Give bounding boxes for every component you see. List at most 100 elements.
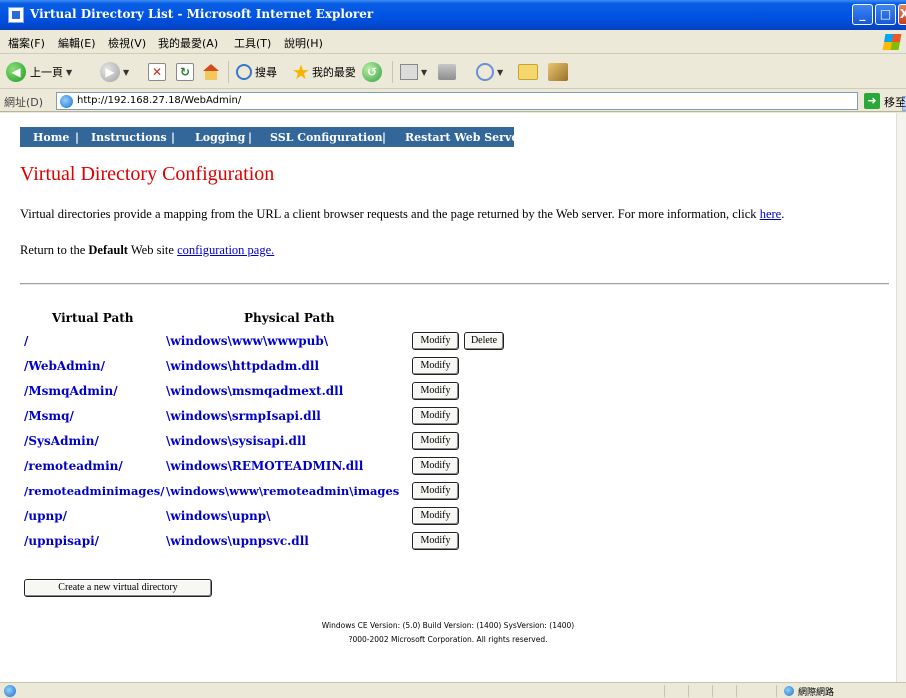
history-button[interactable]: ↺ [362, 61, 382, 83]
home-button[interactable] [202, 61, 220, 83]
maximize-button[interactable]: □ [875, 4, 896, 25]
messenger-icon [476, 63, 494, 81]
minimize-button[interactable]: _ [852, 4, 873, 25]
folder-icon [518, 64, 538, 80]
virtual-path-link[interactable]: /upnpisapi/ [24, 534, 99, 548]
nav-ssl-configuration-link[interactable]: SSL Configuration [270, 131, 383, 144]
modify-button[interactable]: Modify [412, 432, 459, 450]
stop-button[interactable]: ✕ [148, 61, 166, 83]
menu-view[interactable]: 檢視(V) [108, 35, 146, 51]
modify-button[interactable]: Modify [412, 382, 459, 400]
toolbar-separator [392, 61, 393, 83]
physical-path-link[interactable]: \windows\sysisapi.dll [166, 434, 306, 448]
title-bar: Virtual Directory List - Microsoft Inter… [0, 0, 906, 30]
nav-logging-link[interactable]: Logging [195, 131, 245, 144]
nav-restart-web-server-link[interactable]: Restart Web Server [405, 131, 524, 144]
physical-path-link[interactable]: \windows\msmqadmext.dll [166, 384, 343, 398]
nav-separator: | [75, 131, 80, 144]
return-middle: Web site [127, 243, 178, 257]
forward-button[interactable]: ▶ ▼ [100, 61, 129, 83]
research-button[interactable] [548, 61, 568, 83]
close-button[interactable]: X [898, 4, 906, 25]
vertical-scrollbar[interactable] [896, 113, 906, 682]
go-button[interactable]: 移至 [884, 94, 906, 110]
virtual-path-link[interactable]: /SysAdmin/ [24, 434, 99, 448]
virtual-path-link[interactable]: /MsmqAdmin/ [24, 384, 118, 398]
back-button[interactable]: ◀ 上一頁 ▼ [6, 61, 72, 83]
page-title: Virtual Directory Configuration [20, 163, 275, 185]
status-divider [776, 685, 777, 697]
windows-logo-icon [882, 34, 902, 50]
nav-home-link[interactable]: Home [33, 131, 69, 144]
menu-file[interactable]: 檔案(F) [8, 35, 45, 51]
intro-text: Virtual directories provide a mapping fr… [20, 207, 760, 221]
research-book-icon [548, 63, 568, 81]
messenger-dropdown-icon[interactable]: ▼ [497, 68, 503, 77]
modify-button[interactable]: Modify [412, 457, 459, 475]
virtual-path-header: Virtual Path [52, 311, 134, 325]
ie-page-icon [8, 7, 24, 23]
modify-button[interactable]: Modify [412, 407, 459, 425]
menu-help[interactable]: 說明(H) [284, 35, 323, 51]
virtual-path-link[interactable]: /upnp/ [24, 509, 67, 523]
mail-dropdown-icon[interactable]: ▼ [421, 68, 427, 77]
forward-dropdown-icon[interactable]: ▼ [123, 68, 129, 77]
mail-button[interactable]: ▼ [400, 61, 427, 83]
physical-path-link[interactable]: \windows\REMOTEADMIN.dll [166, 459, 363, 473]
internet-zone-icon [784, 686, 794, 696]
physical-path-header: Physical Path [244, 311, 335, 325]
physical-path-link[interactable]: \windows\upnpsvc.dll [166, 534, 309, 548]
modify-button[interactable]: Modify [412, 357, 459, 375]
modify-button[interactable]: Modify [412, 532, 459, 550]
back-label: 上一頁 [30, 66, 63, 79]
history-icon: ↺ [362, 62, 382, 82]
menu-edit[interactable]: 編輯(E) [58, 35, 96, 51]
menu-tools[interactable]: 工具(T) [234, 35, 271, 51]
address-input[interactable]: http://192.168.27.18/WebAdmin/ ▼ [56, 92, 906, 111]
delete-button[interactable]: Delete [464, 332, 504, 350]
print-button[interactable] [438, 61, 456, 83]
address-label: 網址(D) [4, 96, 44, 109]
physical-path-link[interactable]: \windows\www\remoteadmin\images [166, 484, 399, 498]
stop-icon: ✕ [148, 63, 166, 81]
virtual-path-link[interactable]: /Msmq/ [24, 409, 74, 423]
physical-path-link[interactable]: \windows\srmpIsapi.dll [166, 409, 321, 423]
return-prefix: Return to the [20, 243, 89, 257]
copyright-notice: ?000-2002 Microsoft Corporation. All rig… [348, 635, 548, 644]
intro-end: . [781, 207, 785, 221]
divider [20, 283, 889, 285]
address-url: http://192.168.27.18/WebAdmin/ [77, 95, 242, 106]
status-bar: 網際網路 [0, 682, 906, 698]
search-icon [236, 64, 252, 80]
physical-path-link[interactable]: \windows\www\wwwpub\ [166, 334, 328, 348]
back-dropdown-icon[interactable]: ▼ [66, 68, 72, 77]
forward-arrow-icon: ▶ [100, 62, 120, 82]
modify-button[interactable]: Modify [412, 482, 459, 500]
nav-instructions-link[interactable]: Instructions [91, 131, 167, 144]
more-info-link[interactable]: here [760, 207, 782, 221]
modify-button[interactable]: Modify [412, 507, 459, 525]
nav-separator: | [248, 131, 253, 144]
physical-path-link[interactable]: \windows\httpdadm.dll [166, 359, 319, 373]
configuration-page-link[interactable]: configuration page. [177, 243, 274, 257]
messenger-button[interactable]: ▼ [476, 61, 503, 83]
virtual-path-link[interactable]: / [24, 334, 28, 348]
search-button[interactable]: 搜尋 [236, 61, 277, 83]
virtual-path-link[interactable]: /remoteadminimages/ [24, 484, 164, 498]
status-divider [712, 685, 713, 697]
virtual-path-link[interactable]: /WebAdmin/ [24, 359, 105, 373]
virtual-path-link[interactable]: /remoteadmin/ [24, 459, 123, 473]
refresh-button[interactable]: ↻ [176, 61, 194, 83]
modify-button[interactable]: Modify [412, 332, 459, 350]
folder-button[interactable] [518, 61, 538, 83]
mail-icon [400, 64, 418, 80]
create-virtual-directory-button[interactable]: Create a new virtual directory [24, 579, 212, 597]
browser-window: Virtual Directory List - Microsoft Inter… [0, 0, 906, 698]
physical-path-link[interactable]: \windows\upnp\ [166, 509, 270, 523]
favorites-button[interactable]: ★ 我的最愛 [292, 61, 356, 83]
status-divider [736, 685, 737, 697]
nav-separator: | [171, 131, 176, 144]
page-content: Home | Instructions | Logging | SSL Conf… [0, 113, 896, 682]
menu-favorites[interactable]: 我的最愛(A) [158, 35, 218, 51]
go-arrow-icon[interactable]: ➜ [864, 93, 880, 109]
